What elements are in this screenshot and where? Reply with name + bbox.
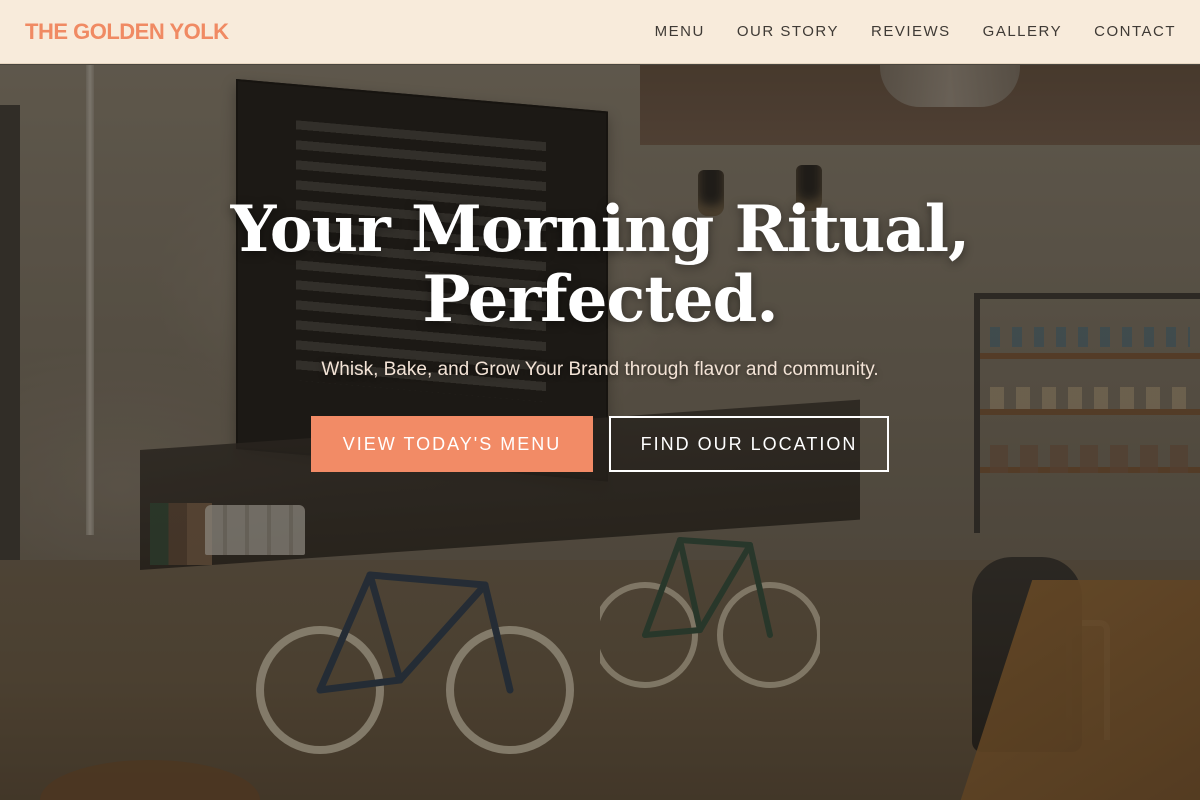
- hero-title-line-1: Your Morning Ritual,: [230, 192, 971, 267]
- hero-title: Your Morning Ritual, Perfected.: [170, 195, 1030, 335]
- find-location-button[interactable]: FIND OUR LOCATION: [609, 416, 889, 472]
- hero-buttons: VIEW TODAY'S MENU FIND OUR LOCATION: [0, 416, 1200, 472]
- hero-subtitle: Whisk, Bake, and Grow Your Brand through…: [321, 359, 879, 380]
- nav-item-menu[interactable]: MENU: [655, 23, 705, 40]
- hero-content: Your Morning Ritual, Perfected. Whisk, B…: [0, 195, 1200, 472]
- nav-item-gallery[interactable]: GALLERY: [983, 23, 1062, 40]
- brand-logo[interactable]: THE GOLDEN YOLK: [25, 19, 229, 45]
- view-menu-button[interactable]: VIEW TODAY'S MENU: [311, 416, 593, 472]
- nav-item-reviews[interactable]: REVIEWS: [871, 23, 951, 40]
- nav-item-contact[interactable]: CONTACT: [1094, 23, 1176, 40]
- nav-item-our-story[interactable]: OUR STORY: [737, 23, 839, 40]
- landing-page: THE GOLDEN YOLK MENU OUR STORY REVIEWS G…: [0, 0, 1200, 800]
- main-nav: MENU OUR STORY REVIEWS GALLERY CONTACT: [623, 23, 1176, 40]
- hero-title-line-2: Perfected.: [422, 262, 778, 337]
- site-header: THE GOLDEN YOLK MENU OUR STORY REVIEWS G…: [0, 0, 1200, 64]
